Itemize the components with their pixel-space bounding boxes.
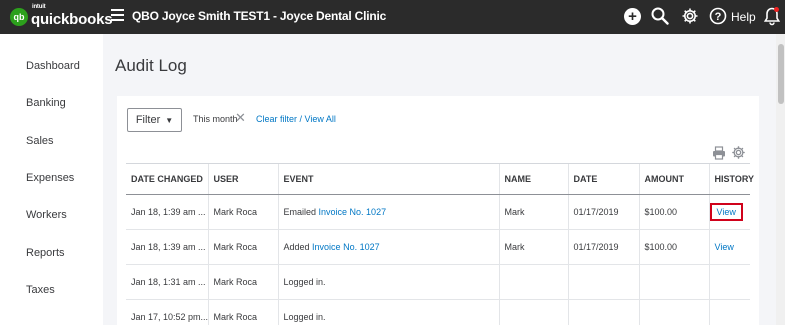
close-icon[interactable]: ✕ <box>235 111 246 124</box>
table-row: Jan 17, 10:52 pm... Mark Roca Logged in. <box>126 299 750 325</box>
cell-user: Mark Roca <box>207 264 278 300</box>
clear-filter-link[interactable]: Clear filter / View All <box>256 114 336 124</box>
sidebar-item-taxes[interactable]: Taxes <box>26 284 55 296</box>
event-text: Added <box>283 242 310 252</box>
invoice-link[interactable]: Invoice No. 1027 <box>319 207 387 217</box>
table-row: Jan 18, 1:31 am ... Mark Roca Logged in. <box>126 264 750 300</box>
table-row: Jan 18, 1:39 am ... Mark Roca Emailed In… <box>126 194 750 230</box>
cell-date-changed: Jan 17, 10:52 pm... <box>126 299 208 325</box>
table-header-row: DATE CHANGED USER EVENT NAME DATE AMOUNT… <box>126 163 754 195</box>
cell-event: Added Invoice No. 1027 <box>277 229 499 265</box>
logo-wordmark: intuit quickbooks <box>31 3 113 28</box>
filter-button-label: Filter <box>135 114 161 126</box>
quickbooks-logo[interactable]: qb intuit quickbooks <box>10 3 113 29</box>
cell-history: View <box>708 194 750 230</box>
gear-icon[interactable] <box>681 6 699 26</box>
audit-log-table: DATE CHANGED USER EVENT NAME DATE AMOUNT… <box>126 163 754 325</box>
svg-text:?: ? <box>715 11 722 23</box>
sidebar: Dashboard Banking Sales Expenses Workers… <box>0 34 103 325</box>
cell-name: Mark <box>498 194 568 230</box>
event-text: Emailed <box>283 207 317 217</box>
sidebar-item-dashboard[interactable]: Dashboard <box>26 60 80 72</box>
cell-event: Logged in. <box>277 264 499 300</box>
cell-date: 01/17/2019 <box>567 194 639 230</box>
cell-history <box>708 299 750 325</box>
bell-icon[interactable] <box>763 6 781 26</box>
cell-date-changed: Jan 18, 1:39 am ... <box>126 194 208 230</box>
active-filter-label: This month <box>193 114 238 124</box>
sidebar-item-sales[interactable]: Sales <box>26 135 54 147</box>
logo-quickbooks-text: quickbooks <box>31 10 113 28</box>
view-history-link[interactable]: View <box>715 242 734 252</box>
sidebar-item-workers[interactable]: Workers <box>26 209 67 221</box>
column-header-date-changed[interactable]: DATE CHANGED <box>126 163 208 195</box>
column-header-date[interactable]: DATE <box>567 163 639 195</box>
column-header-history: HISTORY <box>708 163 754 195</box>
column-header-user[interactable]: USER <box>207 163 278 195</box>
search-icon[interactable] <box>651 6 669 26</box>
cell-amount <box>638 264 709 300</box>
cell-amount: $100.00 <box>638 229 709 265</box>
invoice-link[interactable]: Invoice No. 1027 <box>312 242 380 252</box>
cell-date-changed: Jan 18, 1:31 am ... <box>126 264 208 300</box>
cell-history <box>708 264 750 300</box>
top-bar: qb intuit quickbooks QBO Joyce Smith TES… <box>0 0 785 34</box>
table-row: Jan 18, 1:39 am ... Mark Roca Added Invo… <box>126 229 750 265</box>
sidebar-item-reports[interactable]: Reports <box>26 247 65 259</box>
cell-date <box>567 264 639 300</box>
cell-user: Mark Roca <box>207 194 278 230</box>
sidebar-item-banking[interactable]: Banking <box>26 97 66 109</box>
cell-name <box>498 299 568 325</box>
caret-down-icon: ▼ <box>165 115 174 125</box>
cell-name <box>498 264 568 300</box>
hamburger-icon[interactable] <box>111 9 124 21</box>
cell-history: View <box>708 229 750 265</box>
cell-date: 01/17/2019 <box>567 229 639 265</box>
help-label[interactable]: Help <box>731 10 756 24</box>
cell-amount <box>638 299 709 325</box>
plus-icon[interactable]: + <box>624 8 641 25</box>
view-history-link[interactable]: View <box>710 203 743 221</box>
sidebar-item-expenses[interactable]: Expenses <box>26 172 74 184</box>
cell-event: Logged in. <box>277 299 499 325</box>
cell-date <box>567 299 639 325</box>
cell-user: Mark Roca <box>207 229 278 265</box>
logo-intuit-text: intuit <box>32 3 46 10</box>
cell-user: Mark Roca <box>207 299 278 325</box>
page-title: Audit Log <box>115 56 187 75</box>
cell-name: Mark <box>498 229 568 265</box>
filter-button[interactable]: Filter ▼ <box>127 108 182 132</box>
cell-amount: $100.00 <box>638 194 709 230</box>
qb-logo-icon: qb <box>10 8 28 26</box>
table-settings-gear-icon[interactable] <box>731 145 746 165</box>
audit-log-panel: Filter ▼ This month ✕ Clear filter / Vie… <box>117 96 759 325</box>
scrollbar-thumb[interactable] <box>778 44 784 104</box>
cell-date-changed: Jan 18, 1:39 am ... <box>126 229 208 265</box>
help-icon[interactable]: ? <box>709 6 727 26</box>
company-title: QBO Joyce Smith TEST1 - Joyce Dental Cli… <box>132 9 387 23</box>
cell-event: Emailed Invoice No. 1027 <box>277 194 499 230</box>
column-header-amount[interactable]: AMOUNT <box>638 163 709 195</box>
column-header-event[interactable]: EVENT <box>277 163 499 195</box>
column-header-name[interactable]: NAME <box>498 163 568 195</box>
